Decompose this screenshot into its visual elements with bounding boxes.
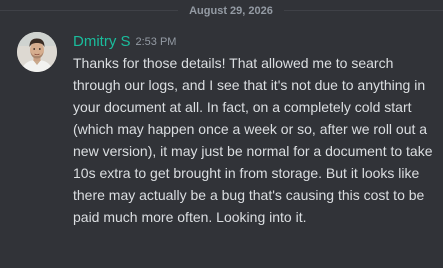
message-timestamp[interactable]: 2:53 PM — [136, 36, 177, 48]
author-name[interactable]: Dmitry S — [73, 33, 131, 50]
date-divider-label: August 29, 2026 — [189, 5, 273, 17]
date-divider: August 29, 2026 — [0, 4, 443, 18]
divider-line-left — [0, 10, 178, 11]
avatar[interactable] — [17, 32, 57, 72]
message-text: Thanks for those details! That allowed m… — [73, 55, 433, 225]
divider-line-right — [284, 10, 443, 11]
message-header: Dmitry S 2:53 PM — [73, 32, 176, 52]
user-avatar-photo-icon — [17, 32, 57, 72]
